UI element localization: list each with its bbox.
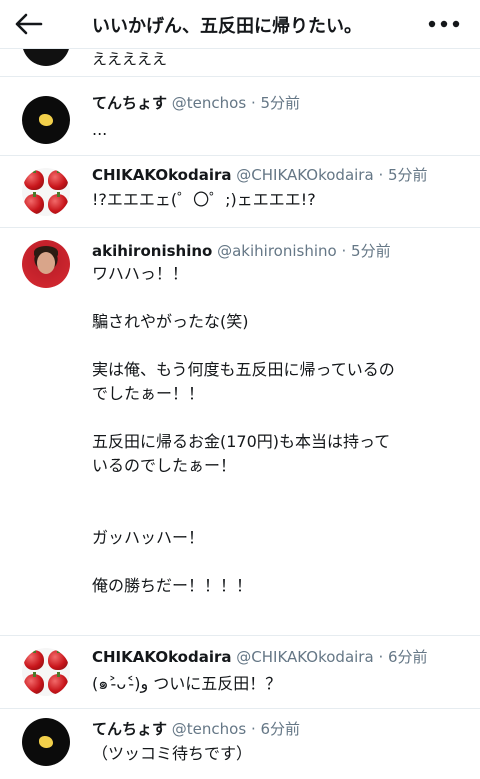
user-handle: @akihironishino [217,242,337,260]
tweet-header: akihironishino @akihironishino · 5分前 [92,240,391,261]
avatar[interactable] [22,96,70,144]
text-line: (๑˃̵ᴗ˂̵)و ついに五反田！？ [92,674,282,693]
avatar[interactable] [22,168,70,216]
display-name[interactable]: てんちょす [92,720,167,738]
tweet-header: てんちょす @tenchos · 5分前 [92,92,300,113]
tweet-header: てんちょす @tenchos · 6分前 [92,718,300,739]
arrow-left-icon [15,13,43,35]
text-line: 騙されやがったな(笑) [92,312,249,331]
partial-tweet[interactable]: えええええ [0,48,480,77]
display-name[interactable]: CHIKAKOkodaira [92,166,231,184]
tweet-item[interactable]: akihironishino @akihironishino · 5分前 ワハハ… [0,236,480,628]
divider [0,635,480,636]
tweet-header: CHIKAKOkodaira @CHIKAKOkodaira · 5分前 [92,164,428,185]
tweet-item[interactable]: CHIKAKOkodaira @CHIKAKOkodaira · 5分前 !?エ… [0,160,480,228]
more-horizontal-icon [428,20,460,28]
divider [0,708,480,709]
timestamp: 6分前 [388,648,428,666]
tweet-item[interactable]: CHIKAKOkodaira @CHIKAKOkodaira · 6分前 (๑˃… [0,642,480,708]
text-line: !?エエエェ(゜〇゜;)ェエエエ!? [92,190,316,209]
tweet-text: (๑˃̵ᴗ˂̵)و ついに五反田！？ [92,672,462,696]
separator: · [250,94,256,112]
timestamp: 5分前 [388,166,428,184]
user-handle: @tenchos [171,94,247,112]
avatar[interactable] [22,48,70,66]
text-line: いるのでしたぁー！ [92,456,237,475]
text-line: ガッハッハー！ [92,528,205,547]
divider [0,227,480,228]
user-handle: @CHIKAKOkodaira [236,648,374,666]
more-options-button[interactable] [424,8,464,40]
separator: · [250,720,256,738]
tweet-text: !?エエエェ(゜〇゜;)ェエエエ!? [92,188,462,212]
separator: · [378,648,384,666]
text-line: ... [92,120,108,139]
tweet-header: CHIKAKOkodaira @CHIKAKOkodaira · 6分前 [92,646,428,667]
timestamp: 5分前 [260,94,301,112]
separator: · [378,166,384,184]
avatar[interactable] [22,718,70,766]
avatar[interactable] [22,240,70,288]
top-bar: いいかげん、五反田に帰りたい。 [0,0,480,49]
tweet-text: （ツッコミ待ちです） [92,742,462,766]
display-name[interactable]: akihironishino [92,242,212,260]
text-line: （ツッコミ待ちです） [92,744,253,763]
text-line: でしたぁー！！ [92,384,205,403]
text-line: 実は俺、もう何度も五反田に帰っているの [92,360,395,379]
user-handle: @CHIKAKOkodaira [236,166,374,184]
divider [0,155,480,156]
display-name[interactable]: CHIKAKOkodaira [92,648,231,666]
text-line: 五反田に帰るお金(170円)も本当は持って [92,432,391,451]
page-title: いいかげん、五反田に帰りたい。 [92,16,362,37]
tweet-text: えええええ [92,50,168,68]
timestamp: 5分前 [351,242,391,260]
tweet-text: ワハハっ！！ 騙されやがったな(笑) 実は俺、もう何度も五反田に帰っているの で… [92,262,462,598]
tweet-item[interactable]: てんちょす @tenchos · 5分前 ... [0,88,480,152]
text-line: ワハハっ！！ [92,264,188,283]
user-handle: @tenchos [171,720,247,738]
text-line: 俺の勝ちだー！！！！ [92,576,253,595]
tweet-item[interactable]: てんちょす @tenchos · 6分前 （ツッコミ待ちです） [0,714,480,779]
timestamp: 6分前 [260,720,301,738]
display-name[interactable]: てんちょす [92,94,167,112]
avatar[interactable] [22,648,70,696]
tweet-text: ... [92,118,462,142]
separator: · [341,242,347,260]
back-button[interactable] [10,6,46,42]
